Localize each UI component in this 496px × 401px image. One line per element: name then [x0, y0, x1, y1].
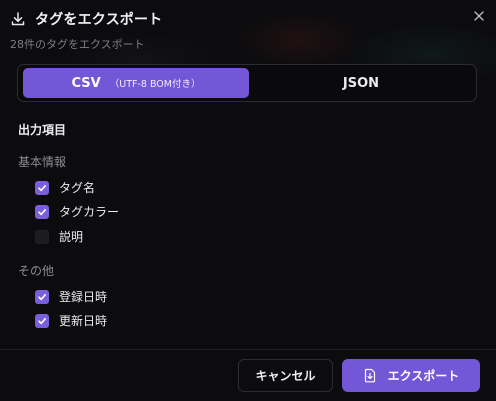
group-label-basic: 基本情報 — [18, 155, 67, 169]
checkbox-label: 説明 — [59, 230, 84, 244]
checkbox-checked[interactable] — [35, 180, 49, 195]
format-option-json-label: JSON — [342, 75, 380, 91]
export-tags-dialog: タグをエクスポート 28件のタグをエクスポート CSV （UTF-8 BOM付き… — [0, 0, 496, 401]
fields-section-title: 出力項目 — [18, 123, 67, 137]
checkbox-updated-at[interactable]: 更新日時 — [35, 312, 107, 329]
cancel-button[interactable]: キャンセル — [238, 359, 333, 392]
format-option-csv-label: CSV — [71, 75, 101, 91]
format-option-csv[interactable]: CSV （UTF-8 BOM付き） — [23, 68, 249, 98]
close-button[interactable] — [472, 9, 486, 23]
checkbox-checked[interactable] — [35, 313, 49, 328]
check-icon — [38, 293, 46, 300]
check-icon — [38, 208, 46, 215]
group-label-other: その他 — [18, 264, 55, 278]
checkbox-checked[interactable] — [35, 204, 49, 219]
checkbox-label: タグ名 — [59, 181, 96, 195]
check-icon — [38, 317, 46, 324]
file-export-icon — [364, 368, 375, 383]
dialog-header: タグをエクスポート — [10, 9, 162, 29]
format-toggle: CSV （UTF-8 BOM付き） JSON — [17, 64, 477, 102]
format-option-csv-note: （UTF-8 BOM付き） — [109, 79, 201, 90]
checkbox-created-at[interactable]: 登録日時 — [35, 288, 107, 305]
checkbox-label: 更新日時 — [59, 314, 108, 328]
checkbox-label: タグカラー — [59, 205, 120, 219]
check-icon — [38, 184, 46, 191]
checkbox-tag-color[interactable]: タグカラー — [35, 203, 119, 220]
close-icon — [474, 11, 484, 21]
dialog-subtitle: 28件のタグをエクスポート — [10, 38, 145, 51]
format-option-json[interactable]: JSON — [251, 68, 471, 98]
dialog-title: タグをエクスポート — [35, 12, 163, 28]
download-icon — [10, 11, 26, 27]
footer-divider — [0, 349, 496, 350]
export-button-label: エクスポート — [387, 369, 460, 383]
checkbox-unchecked[interactable] — [35, 229, 49, 244]
checkbox-description[interactable]: 説明 — [35, 228, 83, 245]
checkbox-checked[interactable] — [35, 289, 49, 304]
export-button[interactable]: エクスポート — [342, 359, 480, 392]
checkbox-tag-name[interactable]: タグ名 — [35, 179, 95, 196]
checkbox-label: 登録日時 — [59, 290, 108, 304]
